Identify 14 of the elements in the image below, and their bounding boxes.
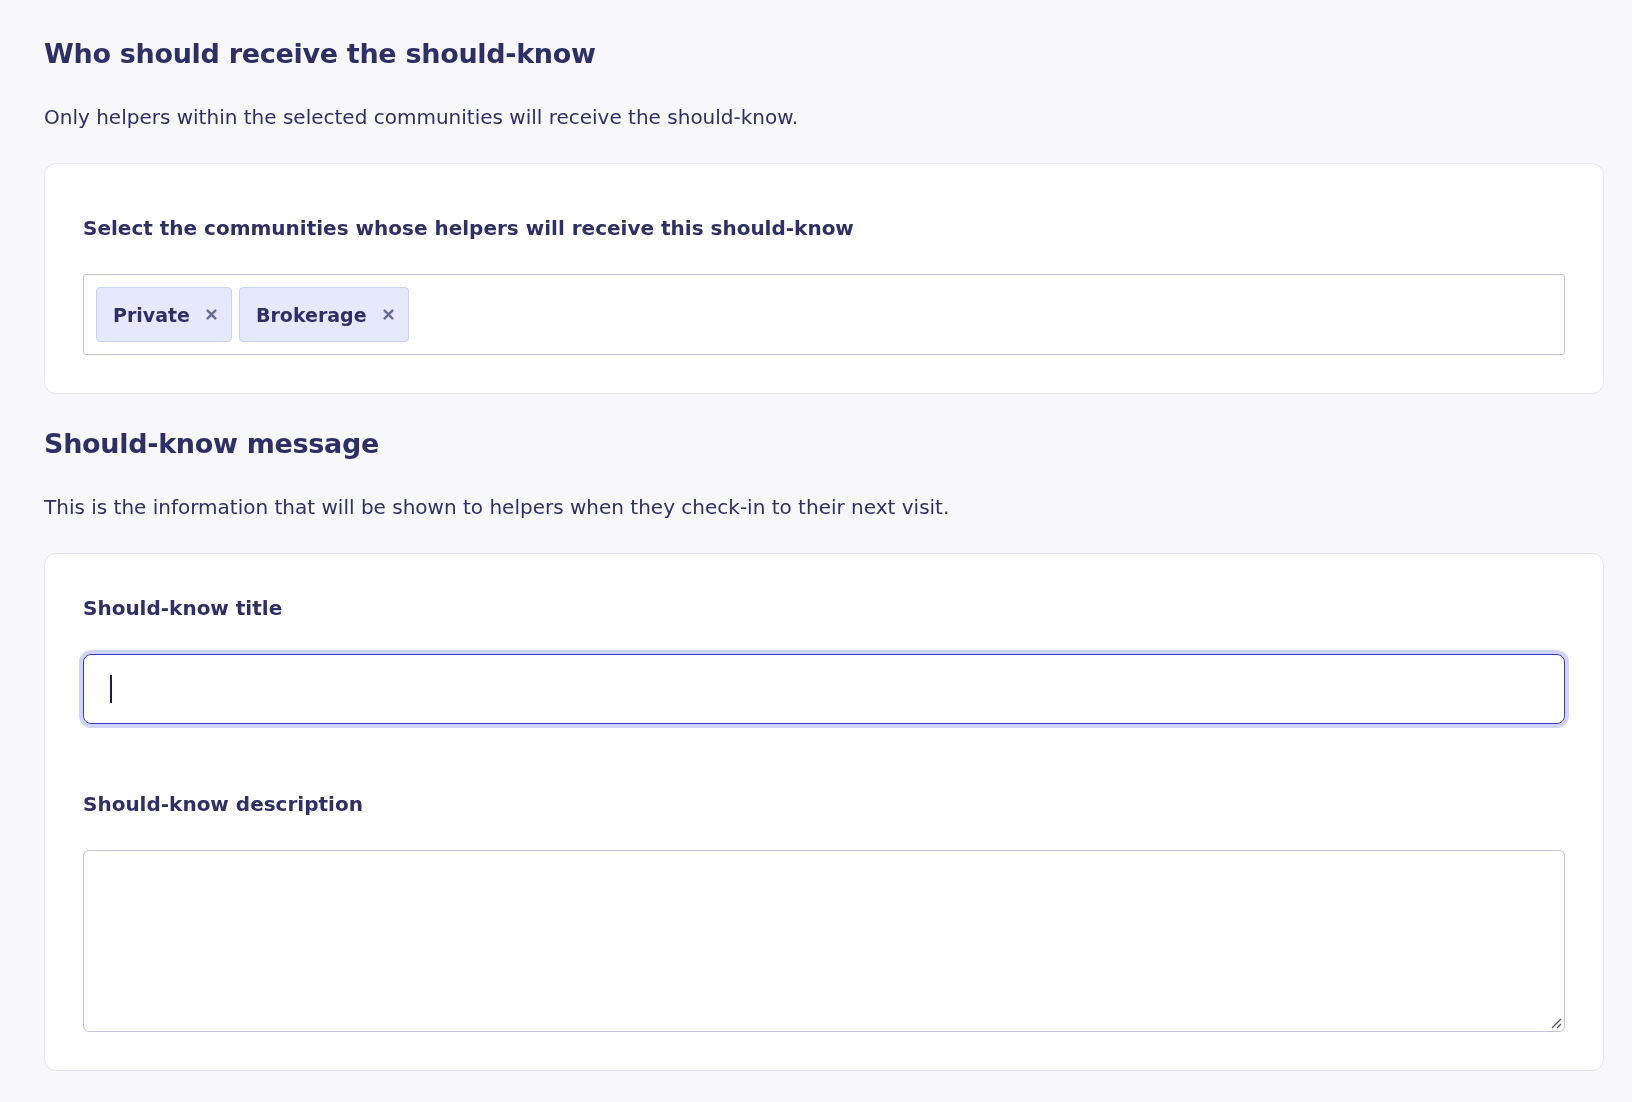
field-label: Should-know title (83, 596, 284, 620)
remove-icon[interactable] (206, 309, 217, 320)
section-description: Only helpers within the selected communities will receive the should-know. (44, 105, 800, 129)
tag-label: Private (113, 303, 190, 326)
section-heading: Should-know message (44, 428, 381, 459)
section-description: This is the information that will be shown to helpers when they check-in to their next visit. (44, 495, 951, 519)
tag-label: Brokerage (256, 303, 367, 326)
community-select-field[interactable]: Private Brokerage (83, 274, 1565, 355)
section-heading: Who should receive the should-know (44, 38, 597, 69)
description-textarea-field[interactable] (83, 850, 1565, 1032)
remove-icon[interactable] (382, 309, 394, 320)
field-label: Select the communities whose helpers will receive this should-know (83, 216, 855, 240)
field-label: Should-know description (83, 792, 364, 816)
resize-handle-icon[interactable] (1550, 1017, 1562, 1029)
